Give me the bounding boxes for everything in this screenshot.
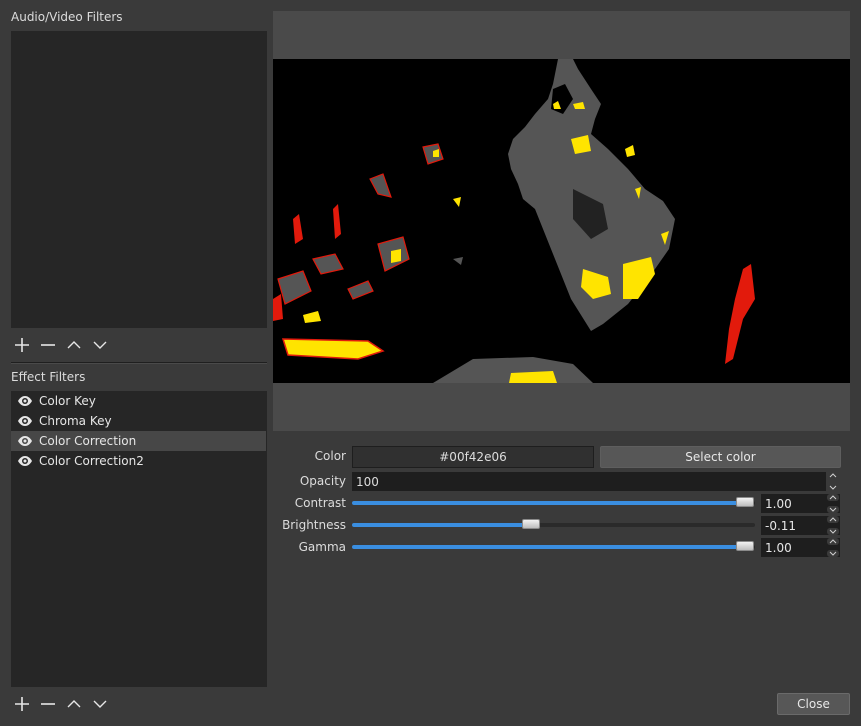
spin-down-icon[interactable] (827, 506, 839, 513)
eye-icon[interactable] (17, 395, 33, 407)
effect-item-color-correction[interactable]: Color Correction (11, 431, 266, 451)
spin-up-icon[interactable] (827, 538, 839, 545)
spin-up-icon[interactable] (827, 472, 839, 479)
chevron-down-icon (93, 700, 107, 708)
plus-icon (15, 338, 29, 352)
audio-video-filters-title: Audio/Video Filters (11, 10, 123, 24)
eye-icon[interactable] (17, 415, 33, 427)
spin-up-icon[interactable] (827, 516, 839, 523)
contrast-value: 1.00 (765, 496, 792, 511)
color-label: Color (314, 449, 346, 463)
gamma-input[interactable]: 1.00 (761, 538, 840, 557)
effect-item-color-correction2[interactable]: Color Correction2 (11, 451, 266, 471)
audio-video-filters-list[interactable] (11, 31, 267, 328)
opacity-input[interactable]: 100 (352, 472, 826, 491)
move-filter-up-button[interactable] (65, 336, 83, 354)
spin-down-icon[interactable] (827, 550, 839, 557)
move-effect-up-button[interactable] (65, 695, 83, 713)
contrast-input[interactable]: 1.00 (761, 494, 840, 513)
effect-item-label: Color Correction2 (39, 454, 144, 468)
minus-icon (41, 344, 55, 346)
effect-filters-toolbar (13, 695, 109, 713)
effect-filters-list[interactable]: Color Key Chroma Key Color Correction Co… (11, 391, 267, 687)
eye-icon[interactable] (17, 455, 33, 467)
opacity-value: 100 (356, 474, 379, 489)
contrast-slider[interactable] (352, 497, 755, 507)
move-effect-down-button[interactable] (91, 695, 109, 713)
effect-item-chroma-key[interactable]: Chroma Key (11, 411, 266, 431)
color-value-field: #00f42e06 (352, 446, 594, 468)
opacity-spin-arrows[interactable] (826, 472, 840, 491)
move-filter-down-button[interactable] (91, 336, 109, 354)
contrast-slider-handle[interactable] (735, 497, 754, 507)
minus-icon (41, 703, 55, 705)
gamma-label: Gamma (298, 540, 346, 554)
spin-down-icon[interactable] (827, 484, 839, 491)
chevron-up-icon (67, 341, 81, 349)
brightness-slider-handle[interactable] (522, 519, 541, 529)
brightness-slider[interactable] (352, 519, 755, 529)
section-divider-highlight (11, 363, 267, 364)
chevron-down-icon (93, 341, 107, 349)
remove-effect-button[interactable] (39, 695, 57, 713)
gamma-value: 1.00 (765, 540, 792, 555)
effect-item-label: Color Key (39, 394, 96, 408)
preview-panel (273, 11, 850, 431)
spin-down-icon[interactable] (827, 528, 839, 535)
close-button[interactable]: Close (777, 693, 850, 715)
spin-up-icon[interactable] (827, 494, 839, 501)
contrast-label: Contrast (294, 496, 346, 510)
preview-image (273, 59, 850, 383)
audio-video-toolbar (13, 336, 109, 354)
add-filter-button[interactable] (13, 336, 31, 354)
chevron-up-icon (67, 700, 81, 708)
remove-filter-button[interactable] (39, 336, 57, 354)
gamma-slider[interactable] (352, 541, 755, 551)
add-effect-button[interactable] (13, 695, 31, 713)
opacity-label: Opacity (299, 474, 346, 488)
eye-icon[interactable] (17, 435, 33, 447)
gamma-slider-handle[interactable] (735, 541, 754, 551)
contrast-slider-fill (352, 501, 745, 505)
color-hex-text: #00f42e06 (439, 450, 507, 464)
gamma-slider-fill (352, 545, 745, 549)
effect-item-label: Chroma Key (39, 414, 112, 428)
effect-item-color-key[interactable]: Color Key (11, 391, 266, 411)
effect-filters-title: Effect Filters (11, 370, 86, 384)
plus-icon (15, 697, 29, 711)
brightness-input[interactable]: -0.11 (761, 516, 840, 535)
brightness-label: Brightness (282, 518, 346, 532)
select-color-button[interactable]: Select color (600, 446, 841, 468)
effect-item-label: Color Correction (39, 434, 137, 448)
brightness-slider-fill (352, 523, 532, 527)
brightness-value: -0.11 (765, 518, 797, 533)
